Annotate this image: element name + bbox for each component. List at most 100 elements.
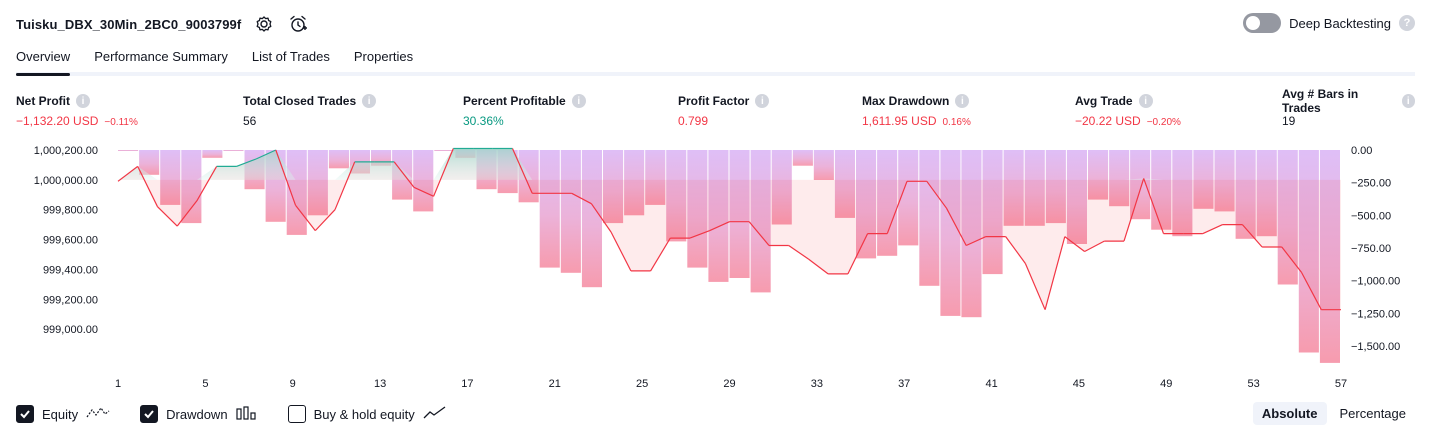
drawdown-bar — [223, 150, 244, 151]
drawdown-label: Drawdown — [166, 406, 228, 422]
help-icon[interactable]: ? — [1399, 15, 1415, 31]
absolute-button[interactable]: Absolute — [1252, 402, 1327, 425]
right-axis-tick-label: −1,000.00 — [1351, 276, 1400, 288]
x-axis-tick-label: 13 — [374, 378, 386, 390]
left-axis-tick-label: 1,000,200.00 — [34, 145, 98, 157]
legend-drawdown[interactable]: Drawdown — [140, 405, 257, 423]
tab-list-of-trades[interactable]: List of Trades — [252, 44, 330, 72]
metric-value: −1,132.20 USD — [16, 114, 99, 128]
right-axis-tick-label: −750.00 — [1351, 243, 1391, 255]
x-axis-tick-label: 21 — [549, 378, 561, 390]
drawdown-bar — [328, 150, 349, 169]
x-axis-tick-label: 17 — [461, 378, 473, 390]
x-axis-tick-label: 53 — [1247, 378, 1259, 390]
metric-value: 1,611.95 USD — [862, 114, 937, 128]
left-axis-tick-label: 999,200.00 — [43, 294, 98, 306]
deep-backtesting-label: Deep Backtesting — [1289, 15, 1391, 31]
left-axis-tick-label: 999,600.00 — [43, 235, 98, 247]
info-icon[interactable]: i — [571, 94, 586, 108]
buy-hold-checkbox[interactable] — [287, 405, 306, 423]
metrics-bar: Net Profit i −1,132.20 USD −0.11% Total Cl… — [16, 87, 1415, 133]
metric-value: −20.22 USD — [1075, 114, 1141, 128]
equity-label: Equity — [42, 406, 79, 422]
tab-properties[interactable]: Properties — [354, 44, 413, 72]
left-axis-tick-label: 999,000.00 — [43, 324, 98, 336]
legend-equity[interactable]: Equity — [16, 405, 110, 423]
x-axis-tick-label: 49 — [1160, 378, 1172, 390]
deep-backtesting-control: Deep Backtesting ? — [1243, 13, 1415, 33]
equity-line-icon — [86, 406, 110, 423]
right-axis-tick-label: −250.00 — [1351, 178, 1391, 190]
right-axis-tick-label: −1,250.00 — [1351, 308, 1400, 320]
drawdown-bar — [202, 150, 223, 158]
metric-label: Avg Trade — [1075, 94, 1133, 108]
scale-mode-switch: Absolute Percentage — [1252, 402, 1416, 425]
x-axis-tick-label: 41 — [985, 378, 997, 390]
info-icon[interactable]: i — [76, 94, 90, 108]
drawdown-bar — [434, 150, 455, 151]
metric-percent: 0.16% — [942, 117, 971, 128]
left-axis-tick-label: 1,000,000.00 — [34, 175, 98, 187]
metric-percent: −0.11% — [104, 117, 138, 128]
x-axis-tick-label: 29 — [723, 378, 735, 390]
equity-checkbox[interactable] — [16, 405, 34, 423]
metric-avg-bars: Avg # Bars in Trades i 19 — [1282, 87, 1415, 128]
tab-bar: Overview Performance Summary List of Tra… — [16, 44, 1415, 76]
right-axis-tick-label: 0.00 — [1351, 145, 1372, 157]
metric-value: 0.799 — [678, 114, 709, 128]
drawdown-bar — [118, 150, 139, 151]
info-icon[interactable]: i — [1401, 94, 1415, 108]
drawdown-bars-icon — [235, 405, 258, 423]
info-icon[interactable]: i — [362, 94, 377, 108]
strategy-title: Tuisku_DBX_30Min_2BC0_9003799f — [16, 16, 242, 32]
percentage-button[interactable]: Percentage — [1331, 402, 1416, 425]
info-icon[interactable]: i — [755, 94, 770, 108]
drawdown-bar — [581, 150, 602, 288]
metric-label: Profit Factor — [678, 94, 750, 108]
x-axis-tick-label: 57 — [1335, 378, 1347, 390]
left-axis-tick-label: 999,800.00 — [43, 205, 98, 217]
metric-percent: −0.20% — [1146, 117, 1181, 128]
metric-total-closed-trades: Total Closed Trades i 56 — [243, 93, 377, 128]
deep-backtesting-toggle[interactable] — [1243, 13, 1282, 33]
toggle-knob — [1246, 16, 1261, 30]
drawdown-checkbox[interactable] — [140, 405, 159, 423]
metric-label: Total Closed Trades — [243, 94, 357, 108]
tab-overview[interactable]: Overview — [16, 44, 71, 76]
legend-buy-hold[interactable]: Buy & hold equity — [287, 405, 447, 423]
x-axis-tick-label: 5 — [202, 378, 208, 390]
metric-label: Max Drawdown — [862, 94, 950, 108]
settings-icon[interactable] — [253, 13, 275, 35]
metric-percent-profitable: Percent Profitable i 30.36% — [463, 93, 586, 128]
drawdown-bar — [539, 150, 560, 268]
metric-label: Net Profit — [16, 94, 70, 108]
metric-avg-trade: Avg Trade i −20.22 USD −0.20% — [1075, 93, 1181, 128]
strategy-header: Tuisku_DBX_30Min_2BC0_9003799f — [16, 12, 309, 36]
metric-value: 19 — [1282, 114, 1296, 128]
drawdown-bar — [940, 150, 961, 316]
drawdown-bar — [813, 150, 834, 180]
x-axis-tick-label: 37 — [898, 378, 910, 390]
metric-label: Avg # Bars in Trades — [1282, 87, 1359, 115]
drawdown-bar — [792, 150, 813, 166]
chart-legend: Equity Drawdown Buy & hold equity Absolu… — [16, 402, 1415, 426]
metric-max-drawdown: Max Drawdown i 1,611.95 USD 0.16% — [862, 93, 971, 128]
info-icon[interactable]: i — [955, 94, 970, 108]
alarm-clock-icon[interactable] — [287, 13, 309, 35]
metric-value: 30.36% — [463, 114, 504, 128]
drawdown-bar — [560, 150, 581, 273]
metric-value: 56 — [243, 114, 257, 128]
buy-hold-line-icon — [423, 405, 447, 423]
info-icon[interactable]: i — [1138, 94, 1153, 108]
equity-drawdown-chart[interactable]: 1,000,200.00 1,000,000.00 999,800.00 999,60… — [0, 138, 1431, 394]
metric-profit-factor: Profit Factor i 0.799 — [678, 93, 770, 128]
right-axis-tick-label: −500.00 — [1351, 210, 1391, 222]
left-axis-tick-label: 999,400.00 — [43, 264, 98, 276]
x-axis-tick-label: 33 — [811, 378, 823, 390]
right-axis-tick-label: −1,500.00 — [1351, 341, 1400, 353]
tab-performance-summary[interactable]: Performance Summary — [94, 44, 228, 72]
metric-net-profit: Net Profit i −1,132.20 USD −0.11% — [16, 93, 138, 128]
x-axis-tick-label: 1 — [115, 378, 121, 390]
x-axis-tick-label: 9 — [290, 378, 296, 390]
x-axis-tick-label: 25 — [636, 378, 648, 390]
